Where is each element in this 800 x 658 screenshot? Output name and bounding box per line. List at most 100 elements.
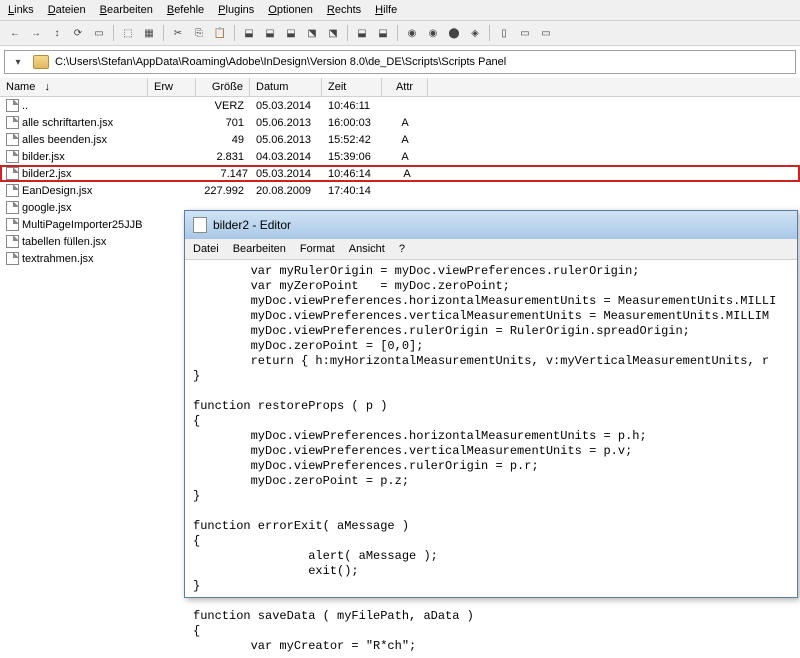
file-size: 701	[196, 116, 250, 130]
col-time[interactable]: Zeit	[322, 78, 382, 96]
stop-icon[interactable]: ⬤	[445, 24, 463, 42]
file-row[interactable]: bilder2.jsx 7.14705.03.201410:46:14A	[0, 165, 800, 182]
drive-dropdown-icon[interactable]: ▾	[9, 53, 27, 71]
file-size: 7.147	[198, 168, 252, 180]
file-row[interactable]: alle schriftarten.jsx 70105.06.201316:00:…	[0, 114, 800, 131]
file-attr: A	[382, 116, 428, 130]
file-attr	[382, 105, 428, 107]
file-size: 49	[196, 133, 250, 147]
folder-icon[interactable]: ▭	[90, 24, 108, 42]
select-icon[interactable]: ⬚	[119, 24, 137, 42]
grid-icon[interactable]: ▦	[140, 24, 158, 42]
editor-menu-item[interactable]: Datei	[193, 243, 219, 255]
main-menubar[interactable]: Links Dateien Bearbeiten Befehle Plugins Opti…	[0, 0, 800, 21]
file-attr: A	[382, 133, 428, 147]
file-date: 05.06.2013	[250, 116, 322, 130]
menu-links[interactable]: Links	[8, 4, 34, 16]
tool2-icon[interactable]: ⬓	[261, 24, 279, 42]
path-input[interactable]	[55, 56, 791, 68]
file-icon	[6, 99, 19, 112]
net3-icon[interactable]: ◈	[466, 24, 484, 42]
extract-icon[interactable]: ⬓	[374, 24, 392, 42]
net1-icon[interactable]: ◉	[403, 24, 421, 42]
menu-dateien[interactable]: Dateien	[48, 4, 86, 16]
up-icon[interactable]: ↕	[48, 24, 66, 42]
file-icon	[6, 252, 19, 265]
back-icon[interactable]: ←	[6, 24, 24, 42]
cut-icon[interactable]: ✂	[169, 24, 187, 42]
editor-menu-item[interactable]: Bearbeiten	[233, 243, 286, 255]
editor-menu-item[interactable]: Format	[300, 243, 335, 255]
editor-titlebar[interactable]: bilder2 - Editor	[185, 211, 797, 239]
file-icon	[6, 184, 19, 197]
editor-content[interactable]: var myRulerOrigin = myDoc.viewPreference…	[185, 260, 797, 658]
refresh-icon[interactable]: ⟳	[69, 24, 87, 42]
menu-optionen[interactable]: Optionen	[268, 4, 313, 16]
menu-bearbeiten[interactable]: Bearbeiten	[100, 4, 153, 16]
file-time: 17:40:14	[322, 184, 382, 198]
editor-menubar[interactable]: Datei Bearbeiten Format Ansicht?	[185, 239, 797, 260]
tool3-icon[interactable]: ⬓	[282, 24, 300, 42]
main-toolbar: ← → ↕ ⟳ ▭ ⬚ ▦ ✂ ⎘ 📋 ⬓ ⬓ ⬓ ⬔ ⬔ ⬓ ⬓ ◉ ◉ ⬤ …	[0, 21, 800, 46]
file-time: 10:46:11	[322, 99, 382, 113]
file-row[interactable]: .. VERZ05.03.201410:46:11	[0, 97, 800, 114]
column-headers: Name ↓ Erw Größe Datum Zeit Attr	[0, 78, 800, 97]
file-attr: A	[382, 150, 428, 164]
file-attr	[382, 207, 428, 209]
col-date[interactable]: Datum	[250, 78, 322, 96]
menu-befehle[interactable]: Befehle	[167, 4, 204, 16]
forward-icon[interactable]: →	[27, 24, 45, 42]
file-name: alle schriftarten.jsx	[22, 117, 113, 129]
file-date	[250, 207, 322, 209]
tool5-icon[interactable]: ⬔	[324, 24, 342, 42]
file-row[interactable]: bilder.jsx2.83104.03.201415:39:06A	[0, 148, 800, 165]
editor-menu-item[interactable]: Ansicht	[349, 243, 385, 255]
file-name: alles beenden.jsx	[22, 134, 107, 146]
file-name: bilder2.jsx	[22, 168, 72, 180]
view2-icon[interactable]: ▭	[516, 24, 534, 42]
file-name: google.jsx	[22, 202, 72, 214]
file-attr: A	[384, 168, 430, 180]
file-time: 10:46:14	[324, 168, 384, 180]
file-time: 15:52:42	[322, 133, 382, 147]
file-date: 05.03.2014	[252, 168, 324, 180]
file-size: VERZ	[196, 99, 250, 113]
file-icon	[6, 116, 19, 129]
tool4-icon[interactable]: ⬔	[303, 24, 321, 42]
file-name: EanDesign.jsx	[22, 185, 92, 197]
file-icon	[6, 218, 19, 231]
menu-plugins[interactable]: Plugins	[218, 4, 254, 16]
file-icon	[6, 167, 19, 180]
file-row[interactable]: EanDesign.jsx227.99220.08.200917:40:14	[0, 182, 800, 199]
editor-title-text: bilder2 - Editor	[213, 218, 291, 232]
tool1-icon[interactable]: ⬓	[240, 24, 258, 42]
file-attr	[382, 190, 428, 192]
col-ext[interactable]: Erw	[148, 78, 196, 96]
net2-icon[interactable]: ◉	[424, 24, 442, 42]
folder-icon	[33, 55, 49, 69]
archive-icon[interactable]: ⬓	[353, 24, 371, 42]
file-time: 16:00:03	[322, 116, 382, 130]
paste-icon[interactable]: 📋	[211, 24, 229, 42]
editor-menu-item[interactable]: ?	[399, 243, 405, 255]
file-time: 15:39:06	[322, 150, 382, 164]
editor-window: bilder2 - Editor Datei Bearbeiten Format An…	[184, 210, 798, 598]
file-size	[196, 207, 250, 209]
file-icon	[6, 150, 19, 163]
col-size[interactable]: Größe	[196, 78, 250, 96]
file-icon	[6, 201, 19, 214]
col-attr[interactable]: Attr	[382, 78, 428, 96]
view1-icon[interactable]: ▯	[495, 24, 513, 42]
file-name: ..	[22, 100, 28, 112]
file-date: 05.06.2013	[250, 133, 322, 147]
file-name: tabellen füllen.jsx	[22, 236, 106, 248]
col-name[interactable]: Name ↓	[0, 78, 148, 96]
file-date: 05.03.2014	[250, 99, 322, 113]
menu-hilfe[interactable]: Hilfe	[375, 4, 397, 16]
menu-rechts[interactable]: Rechts	[327, 4, 361, 16]
file-row[interactable]: alles beenden.jsx 4905.06.201315:52:42A	[0, 131, 800, 148]
view3-icon[interactable]: ▭	[537, 24, 555, 42]
copy-icon[interactable]: ⎘	[190, 24, 208, 42]
file-size: 2.831	[196, 150, 250, 164]
document-icon	[193, 217, 207, 233]
